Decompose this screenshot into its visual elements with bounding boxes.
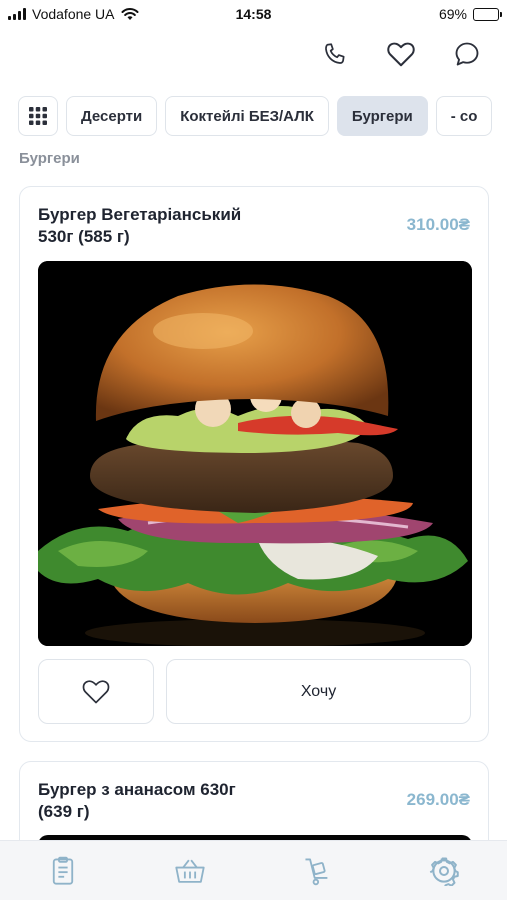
want-button[interactable]: Хочу	[166, 659, 471, 724]
phone-icon[interactable]	[317, 36, 353, 72]
battery-percent: 69%	[438, 6, 467, 22]
menu-list-icon[interactable]	[43, 851, 83, 891]
top-actions	[317, 36, 485, 72]
category-chip-cocktails[interactable]: Коктейлі БЕЗ/АЛК	[165, 96, 329, 136]
like-button[interactable]	[38, 659, 154, 724]
product-title: Бургер з ананасом 630г (639 г)	[38, 779, 338, 823]
status-right: 69%	[438, 6, 502, 22]
category-chip-burgers[interactable]: Бургери	[336, 96, 428, 136]
burger-illustration	[38, 261, 472, 646]
product-title-line: Бургер з ананасом 630г	[38, 780, 236, 799]
section-title: Бургери	[19, 150, 80, 167]
heart-icon[interactable]	[383, 36, 419, 72]
category-chip-next[interactable]: - со	[435, 96, 493, 136]
product-title: Бургер Вегетаріанський 530г (585 г)	[38, 204, 338, 248]
settings-icon[interactable]	[424, 851, 464, 891]
delivery-cart-icon[interactable]	[297, 851, 337, 891]
category-chip-desserts[interactable]: Десерти	[66, 96, 158, 136]
clock: 14:58	[235, 6, 272, 22]
product-title-line: 530г (585 г)	[38, 227, 130, 246]
product-price: 269.00₴	[406, 790, 470, 809]
product-photo[interactable]	[38, 261, 472, 646]
product-price: 310.00₴	[406, 215, 470, 234]
category-bar: Десерти Коктейлі БЕЗ/АЛК Бургери - со	[18, 96, 507, 136]
grid-icon[interactable]	[18, 96, 58, 136]
status-bar: Vodafone UA 14:58 69%	[0, 0, 507, 28]
basket-icon[interactable]	[170, 851, 210, 891]
product-title-line: (639 г)	[38, 802, 90, 821]
chat-icon[interactable]	[449, 36, 485, 72]
heart-icon	[82, 680, 110, 704]
product-card: Бургер Вегетаріанський 530г (585 г) 310.…	[19, 186, 489, 742]
bottom-nav	[0, 840, 507, 900]
battery-icon	[473, 7, 502, 21]
product-title-line: Бургер Вегетаріанський	[38, 205, 242, 224]
